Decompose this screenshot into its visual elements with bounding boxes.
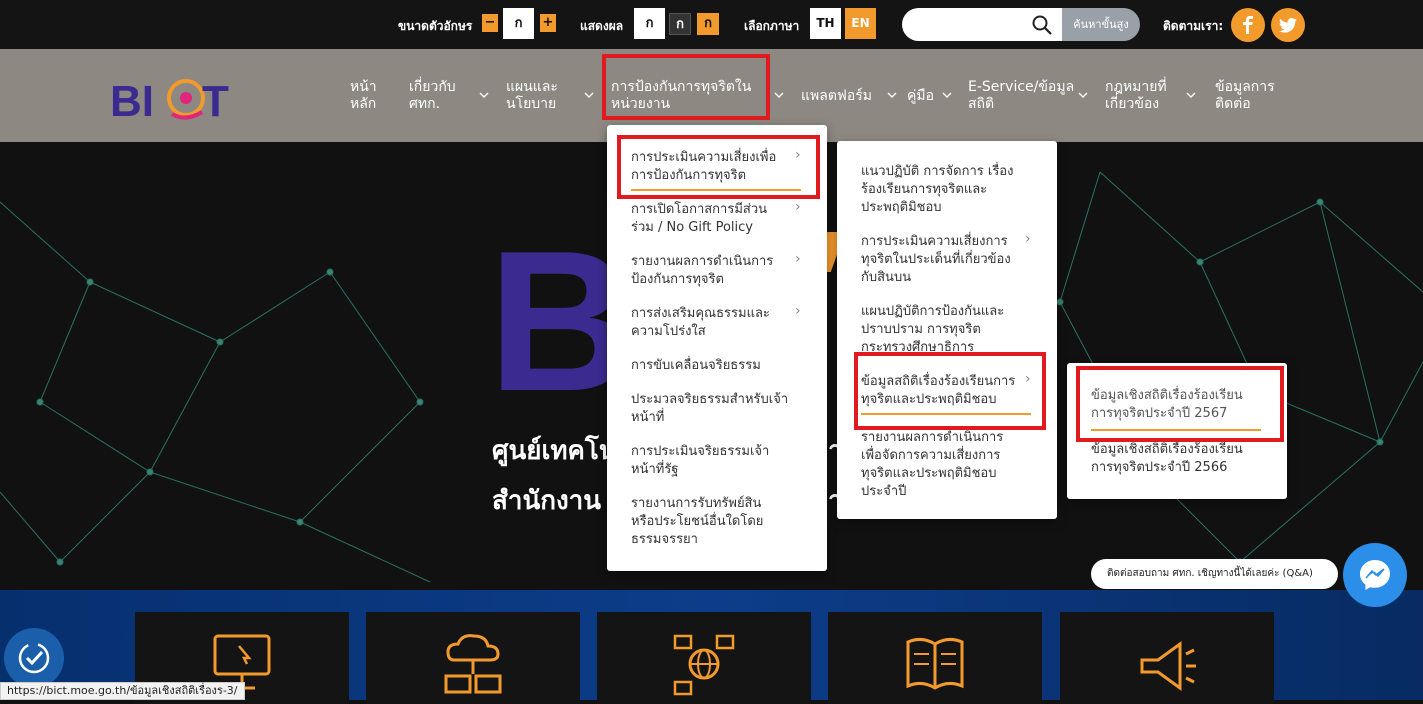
menu-item-ethics-evaluation[interactable]: การประเมินจริยธรรมเจ้า หน้าที่รัฐ: [631, 443, 769, 479]
nav-home[interactable]: หน้า หลัก: [350, 79, 377, 113]
font-size-label: ขนาดตัวอักษร: [398, 19, 473, 33]
advanced-search-button[interactable]: ค้นหาขั้นสูง: [1062, 8, 1140, 41]
chevron-down-icon: [1078, 92, 1088, 98]
chevron-down-icon: [774, 92, 784, 98]
chevron-down-icon: [479, 92, 489, 98]
service-card-announce[interactable]: [1060, 612, 1274, 704]
messenger-icon[interactable]: [1343, 543, 1407, 607]
chevron-right-icon: ›: [795, 251, 801, 267]
highlight-box-level1: [617, 135, 820, 199]
display-yellow-button[interactable]: ก: [697, 13, 719, 35]
accessibility-icon[interactable]: [4, 628, 64, 688]
nav-contact[interactable]: ข้อมูลการ ติดต่อ: [1215, 79, 1275, 113]
follow-label: ติดตามเรา:: [1163, 19, 1224, 33]
chevron-down-icon: [887, 92, 897, 98]
nav-law-label: กฎหมายที่ เกี่ยวข้อง: [1105, 79, 1167, 112]
service-card-cloud[interactable]: [366, 612, 580, 704]
menu-item-label: แนวปฏิบัติ การจัดการ เรื่อง ร้องเรียนการ…: [861, 164, 1014, 215]
browser-status-url: https://bict.moe.go.th/ข้อมูลเชิงสถิติเร…: [0, 682, 245, 700]
highlight-box-level3: [1076, 366, 1284, 442]
lang-en-button[interactable]: EN: [845, 8, 876, 39]
nav-about-label: เกี่ยวกับ ศทก.: [409, 79, 456, 112]
facebook-icon[interactable]: [1231, 8, 1265, 42]
bict-logo[interactable]: BI T: [110, 68, 234, 124]
hero-title-line2: สำนักงาน: [492, 486, 602, 516]
menu-item-label: การประเมินความเสี่ยงการ ทุจริตในประเด็นท…: [861, 234, 1011, 285]
network-globe-icon: [673, 634, 735, 696]
nav-home-label: หน้า หลัก: [350, 79, 377, 112]
nav-plan-policy[interactable]: แผนและ นโยบาย: [506, 79, 558, 113]
chevron-right-icon: ›: [795, 199, 801, 215]
menu-item-label: รายงานการรับทรัพย์สิน หรือประโยชน์อื่นใด…: [631, 496, 764, 547]
search-box: ค้นหาขั้นสูง: [902, 8, 1140, 41]
service-card-book[interactable]: [828, 612, 1042, 704]
twitter-icon[interactable]: [1271, 8, 1305, 42]
menu-item-label: ข้อมูลเชิงสถิติเรื่องร้องเรียน การทุจริต…: [1091, 442, 1243, 475]
menu-item-label: รายงานผลการดำเนินการ ป้องกันการทุจริต: [631, 254, 774, 287]
nav-eservice-label: E-Service/ข้อมูล สถิติ: [968, 79, 1075, 112]
language-label: เลือกภาษา: [744, 19, 800, 33]
megaphone-icon: [1140, 641, 1196, 691]
cloud-server-icon: [444, 634, 502, 694]
service-card-network[interactable]: [597, 612, 811, 704]
menu-item-no-gift-policy[interactable]: การเปิดโอกาสการมีส่วน ร่วม / No Gift Pol…: [631, 201, 767, 237]
menu-item-risk-report[interactable]: รายงานผลการดำเนินการ เพื่อจัดการความเสี่…: [861, 429, 1003, 501]
font-decrease-button[interactable]: −: [482, 14, 498, 32]
chevron-down-icon: [584, 92, 594, 98]
menu-item-ethics-transparency[interactable]: การส่งเสริมคุณธรรมและ ความโปร่งใส: [631, 305, 770, 341]
svg-text:T: T: [202, 77, 229, 124]
menu-item-bribery-risk[interactable]: การประเมินความเสี่ยงการ ทุจริตในประเด็นท…: [861, 233, 1011, 287]
nav-contact-label: ข้อมูลการ ติดต่อ: [1215, 79, 1275, 112]
font-normal-button[interactable]: ก: [503, 8, 534, 39]
chevron-right-icon: ›: [1025, 231, 1031, 247]
top-utility-bar: ขนาดตัวอักษร − ก + แสดงผล ก ก ก เลือกภาษ…: [0, 0, 1423, 49]
nav-plan-label: แผนและ นโยบาย: [506, 79, 558, 112]
submenu-risk-assessment: แนวปฏิบัติ การจัดการ เรื่อง ร้องเรียนการ…: [837, 141, 1057, 519]
menu-item-complaint-guideline[interactable]: แนวปฏิบัติ การจัดการ เรื่อง ร้องเรียนการ…: [861, 163, 1013, 217]
search-icon[interactable]: [1032, 15, 1052, 35]
hero-title-line1: ศูนย์เทคโน: [492, 436, 617, 466]
menu-item-action-plan[interactable]: แผนปฏิบัติการป้องกันและ ปราบปราม การทุจร…: [861, 303, 1004, 355]
menu-item-code-of-ethics[interactable]: ประมวลจริยธรรมสำหรับเจ้า หน้าที่: [631, 391, 788, 427]
book-icon: [906, 637, 964, 690]
lang-th-button[interactable]: TH: [810, 8, 841, 39]
nav-about[interactable]: เกี่ยวกับ ศทก.: [409, 79, 456, 113]
nav-manual[interactable]: คู่มือ: [907, 88, 934, 105]
svg-text:BI: BI: [110, 77, 154, 124]
font-increase-button[interactable]: +: [540, 14, 556, 32]
menu-item-label: การส่งเสริมคุณธรรมและ ความโปร่งใส: [631, 306, 770, 339]
highlight-box-level2: [854, 352, 1046, 430]
menu-item-label: ประมวลจริยธรรมสำหรับเจ้า หน้าที่: [631, 392, 789, 425]
menu-item-prevention-report[interactable]: รายงานผลการดำเนินการ ป้องกันการทุจริต: [631, 253, 773, 289]
display-dark-button[interactable]: ก: [669, 13, 691, 35]
nav-manual-label: คู่มือ: [907, 88, 935, 104]
menu-item-statistics-2566[interactable]: ข้อมูลเชิงสถิติเรื่องร้องเรียน การทุจริต…: [1091, 441, 1243, 477]
menu-item-label: แผนปฏิบัติการป้องกันและ ปราบปราม การทุจร…: [861, 304, 1005, 355]
nav-platform[interactable]: แพลตฟอร์ม: [801, 88, 872, 105]
menu-item-label: การประเมินจริยธรรมเจ้า หน้าที่รัฐ: [631, 444, 770, 477]
menu-item-label: รายงานผลการดำเนินการ เพื่อจัดการความเสี่…: [861, 430, 1004, 499]
chevron-right-icon: ›: [795, 303, 801, 319]
menu-item-label: การขับเคลื่อนจริยธรรม: [631, 358, 761, 373]
display-label: แสดงผล: [580, 19, 624, 33]
nav-eservice[interactable]: E-Service/ข้อมูล สถิติ: [968, 79, 1074, 113]
highlight-box-nav: [602, 54, 770, 120]
menu-item-gift-report[interactable]: รายงานการรับทรัพย์สิน หรือประโยชน์อื่นใด…: [631, 495, 763, 549]
nav-platform-label: แพลตฟอร์ม: [801, 88, 872, 104]
nav-law[interactable]: กฎหมายที่ เกี่ยวข้อง: [1105, 79, 1167, 113]
chat-prompt-bubble[interactable]: ติดต่อสอบถาม ศทก. เชิญทางนี้ได้เลยค่ะ (Q…: [1091, 559, 1338, 589]
menu-item-label: การเปิดโอกาสการมีส่วน ร่วม / No Gift Pol…: [631, 202, 768, 235]
display-normal-button[interactable]: ก: [634, 8, 665, 39]
chevron-down-icon: [1186, 92, 1196, 98]
menu-item-ethics-drive[interactable]: การขับเคลื่อนจริยธรรม: [631, 357, 761, 375]
chevron-down-icon: [942, 92, 952, 98]
